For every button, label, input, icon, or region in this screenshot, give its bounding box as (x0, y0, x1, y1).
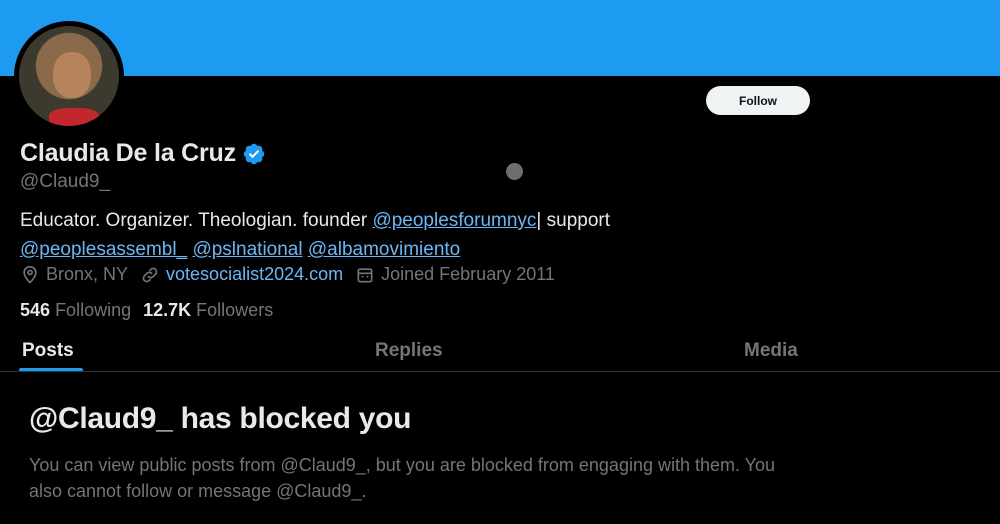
joined-item: Joined February 2011 (355, 264, 555, 285)
avatar-image (19, 26, 119, 126)
profile-bio: Educator. Organizer. Theologian. founder… (20, 206, 920, 264)
joined-text: Joined February 2011 (381, 264, 555, 284)
location-pin-icon (23, 265, 37, 284)
website-link[interactable]: votesocialist2024.com (166, 264, 343, 285)
followers-count: 12.7K (143, 300, 192, 320)
bio-text: | support (536, 210, 611, 231)
profile-handle: @Claud9_ (20, 171, 111, 192)
location-item: Bronx, NY (20, 264, 128, 285)
verified-badge-icon[interactable] (242, 142, 266, 166)
following-count: 546 (20, 300, 51, 320)
link-icon (142, 267, 158, 282)
avatar[interactable] (14, 21, 124, 131)
tab-replies[interactable]: Replies (375, 340, 443, 362)
profile-tabs: Posts Replies Media (0, 332, 1000, 372)
bio-text: Educator. Organizer. Theologian. founder (20, 210, 373, 231)
blocked-message: You can view public posts from @Claud9_,… (29, 455, 776, 501)
blocked-title: @Claud9_ has blocked you (29, 402, 412, 435)
tab-posts[interactable]: Posts (22, 340, 74, 362)
location-text: Bronx, NY (46, 264, 129, 284)
mention-link[interactable]: @pslnational (192, 239, 302, 260)
tabs-divider (0, 371, 1000, 372)
calendar-icon (357, 267, 373, 282)
website-item: votesocialist2024.com (140, 264, 343, 285)
avatar-shirt (49, 108, 99, 126)
followers-stat[interactable]: 12.7K Followers (143, 300, 273, 321)
cursor-dot (506, 163, 523, 180)
profile-banner[interactable] (0, 0, 1000, 76)
mention-link[interactable]: @peoplesassembl_ (20, 239, 187, 260)
tab-media[interactable]: Media (744, 340, 798, 362)
followers-label: Followers (196, 300, 274, 320)
profile-name: Claudia De la Cruz (20, 139, 236, 167)
following-stat[interactable]: 546 Following (20, 300, 131, 321)
profile-name-row: Claudia De la Cruz (20, 139, 266, 168)
profile-meta: Bronx, NY votesocialist2024.com Joined F… (20, 264, 567, 285)
following-label: Following (55, 300, 132, 320)
follow-button[interactable]: Follow (706, 86, 810, 115)
avatar-face (53, 52, 91, 98)
mention-link[interactable]: @peoplesforumnyc (372, 210, 536, 231)
mention-link[interactable]: @albamovimiento (308, 239, 460, 260)
profile-stats: 546 Following 12.7K Followers (20, 300, 285, 321)
